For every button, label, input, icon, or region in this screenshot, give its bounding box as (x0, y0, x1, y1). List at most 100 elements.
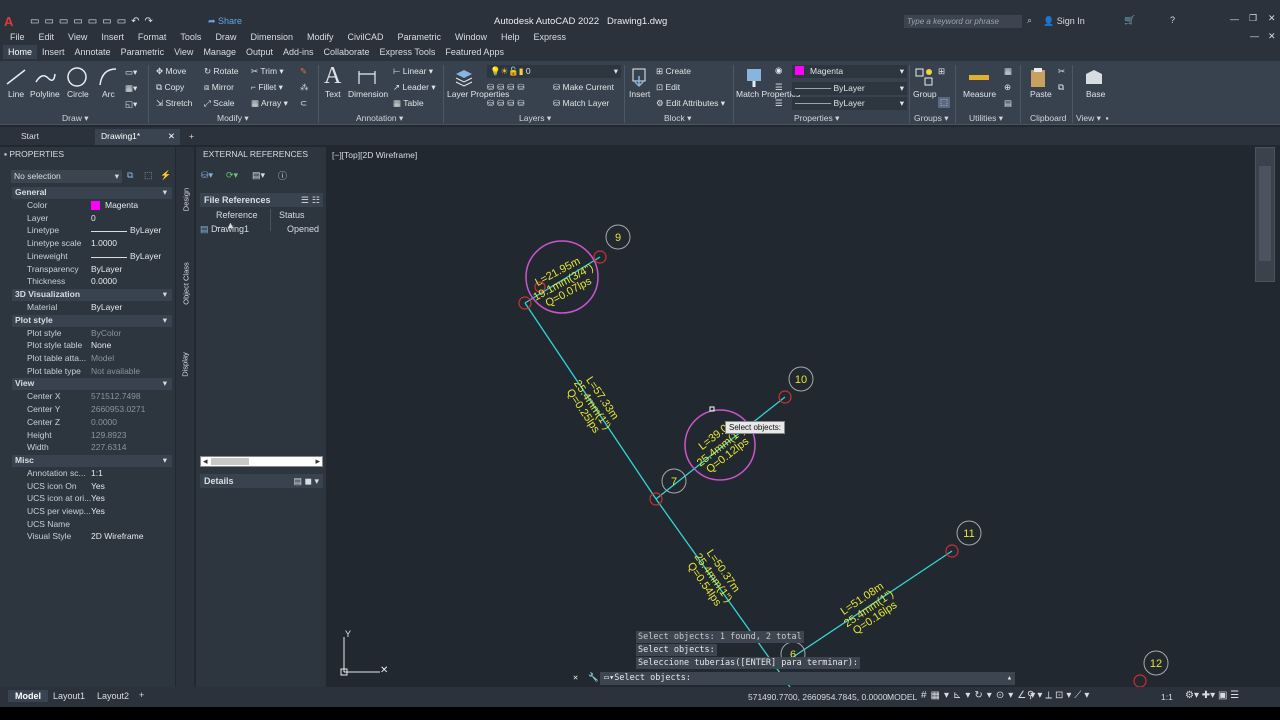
section-header[interactable]: View ▾ (12, 378, 172, 391)
property-row[interactable]: Plot table type Not available (0, 366, 175, 379)
drawing-canvas[interactable]: 9 10 7 11 6 12 L=21.95m 19.1mm(3/4") Q=0… (330, 147, 1280, 687)
linetype-icon[interactable]: ☰ (775, 82, 783, 93)
annotation-scale[interactable]: 1:1 (1161, 692, 1173, 702)
horizontal-scrollbar[interactable]: ◂ ▸ (200, 456, 323, 467)
menu-insert[interactable]: Insert (101, 32, 124, 42)
property-row[interactable]: Color Magenta (0, 200, 175, 213)
autocad-logo-icon[interactable]: A (4, 14, 13, 29)
leader-button[interactable]: ↗ Leader ▾ (393, 82, 436, 93)
lineweight-icon[interactable]: ☰ (775, 98, 783, 109)
share-button[interactable]: ➦ Share (208, 16, 242, 27)
tab-add-ins[interactable]: Add-ins (278, 45, 319, 59)
section-header[interactable]: 3D Visualization ▾ (12, 288, 172, 301)
command-customize-icon[interactable]: 🔧 (588, 673, 599, 683)
collapse-icon[interactable]: ▾ (163, 378, 167, 389)
tab-home[interactable]: Home (3, 45, 38, 59)
attach-dwg-icon[interactable]: ⛁▾ (201, 170, 213, 181)
menu-modify[interactable]: Modify (307, 32, 334, 42)
property-row[interactable]: Lineweight ByLayer (0, 251, 175, 264)
color-wheel-icon[interactable]: ◉ (775, 65, 782, 76)
tab-output[interactable]: Output (241, 45, 278, 59)
menu-dimension[interactable]: Dimension (250, 32, 293, 42)
group-select-icon[interactable]: ⬚ (938, 97, 951, 108)
doc-minimize-icon[interactable]: — (1250, 31, 1259, 41)
hatch-icon[interactable]: ▦▾ (125, 83, 137, 94)
status-tools-icons-2[interactable]: ⚲▾⟂⊡▾⟋▾ (1027, 690, 1092, 701)
tab-manage[interactable]: Manage (198, 45, 241, 59)
command-line[interactable]: ✕ 🔧 ▭▾Select objects: ▴ (573, 672, 1015, 685)
property-row[interactable]: Material ByLayer (0, 302, 175, 315)
property-row[interactable]: UCS icon at ori... Yes (0, 493, 175, 506)
line-button[interactable]: Line (8, 89, 24, 99)
move-button[interactable]: ✥ Move (156, 66, 186, 77)
stretch-button[interactable]: ⇲ Stretch (156, 98, 192, 109)
group-button[interactable]: Group (913, 89, 937, 99)
property-row[interactable]: Plot style table None (0, 340, 175, 353)
explode-icon[interactable]: ⁂ (300, 82, 309, 93)
menu-format[interactable]: Format (138, 32, 167, 42)
property-row[interactable]: UCS Name (0, 519, 175, 532)
menu-edit[interactable]: Edit (39, 32, 55, 42)
property-row[interactable]: Linetype ByLayer (0, 225, 175, 238)
search-icon[interactable]: ⌕ (1027, 15, 1032, 26)
tree-view-icon[interactable]: ☷ (312, 195, 320, 206)
search-input[interactable]: Type a keyword or phrase (904, 15, 1022, 28)
make-current-button[interactable]: ⛁ Make Current (553, 82, 614, 93)
property-row[interactable]: Thickness 0.0000 (0, 276, 175, 289)
quick-calc-icon[interactable]: ▤ (1004, 98, 1012, 109)
clipboard-panel-title[interactable]: Clipboard (1030, 113, 1066, 123)
layout-tab-model[interactable]: Model (8, 690, 48, 702)
layer-tools-icons[interactable]: ⛁⛁⛁⛁ (487, 82, 528, 93)
close-icon[interactable]: ✕ (1268, 13, 1276, 24)
circle-button[interactable]: Circle (67, 89, 89, 99)
tab-express-tools[interactable]: Express Tools (375, 45, 441, 59)
restore-icon[interactable]: ❐ (1249, 13, 1257, 24)
scale-button[interactable]: ⤢ Scale (204, 98, 234, 109)
menu-view[interactable]: View (68, 32, 87, 42)
table-button[interactable]: ▦ Table (393, 98, 424, 109)
mirror-button[interactable]: ⧈ Mirror (204, 82, 234, 93)
view-panel-title[interactable]: View ▾ ▪ (1076, 113, 1109, 124)
copy-clip-icon[interactable]: ⧉ (1058, 82, 1064, 93)
utilities-panel-title[interactable]: Utilities ▾ (969, 113, 1003, 124)
collapse-icon[interactable]: ▾ (163, 289, 167, 300)
details-view-icon[interactable]: ▤ ◼ ▾ (294, 476, 320, 487)
polyline-button[interactable]: Polyline (30, 89, 60, 99)
block-panel-title[interactable]: Block ▾ (664, 113, 691, 124)
layer-tools-icons-2[interactable]: ⛁⛁⛁⛁ (487, 98, 528, 109)
rectangle-icon[interactable]: ▭▾ (125, 67, 137, 78)
match-properties-button[interactable]: Match Properties (736, 89, 800, 99)
property-row[interactable]: Width 227.6314 (0, 442, 175, 455)
drawing-viewport[interactable]: [−][Top][2D Wireframe] 9 10 7 11 6 12 L=… (330, 147, 1280, 687)
color-dropdown[interactable]: Magenta ▾ (792, 65, 907, 78)
modify-panel-title[interactable]: Modify ▾ (217, 113, 249, 124)
insert-button[interactable]: Insert (629, 89, 650, 99)
section-header[interactable]: General ▾ (12, 187, 172, 199)
column-status[interactable]: Status (279, 210, 305, 220)
status-tools-icons[interactable]: #▦▾⊾▾↻▾⊙▾∠▾ (921, 690, 1039, 701)
tab-drawing1[interactable]: Drawing1* ✕ (95, 129, 180, 145)
array-button[interactable]: ▦ Array ▾ (251, 98, 288, 109)
tab-start[interactable]: Start (15, 129, 45, 145)
xref-row[interactable]: ▤ Drawing1 Opened (200, 224, 323, 236)
property-row[interactable]: Linetype scale 1.0000 (0, 238, 175, 251)
change-path-icon[interactable]: ▤▾ (252, 170, 265, 181)
collapse-icon[interactable]: ▾ (163, 187, 167, 198)
layers-panel-title[interactable]: Layers ▾ (519, 113, 551, 124)
property-row[interactable]: Plot table atta... Model (0, 353, 175, 366)
create-block-button[interactable]: ⊞ Create (656, 66, 691, 77)
doc-close-icon[interactable]: ✕ (1268, 31, 1276, 42)
collapse-icon[interactable]: ▾ (163, 315, 167, 326)
menu-express[interactable]: Express (534, 32, 567, 42)
offset-icon[interactable]: ⊂ (300, 98, 307, 109)
linear-dim-button[interactable]: ⊢ Linear ▾ (393, 66, 433, 77)
model-space-button[interactable]: MODEL (887, 692, 917, 702)
dimension-button[interactable]: Dimension (348, 89, 388, 99)
section-header[interactable]: Plot style ▾ (12, 314, 172, 327)
property-row[interactable]: Center X 571512.7498 (0, 391, 175, 404)
add-layout-button[interactable]: + (139, 690, 144, 700)
calculator-icon[interactable]: ▦ (1004, 66, 1012, 77)
cart-icon[interactable]: 🛒 (1124, 15, 1135, 26)
collapse-icon[interactable]: ▾ (163, 455, 167, 466)
property-row[interactable]: Annotation sc... 1:1 (0, 468, 175, 481)
